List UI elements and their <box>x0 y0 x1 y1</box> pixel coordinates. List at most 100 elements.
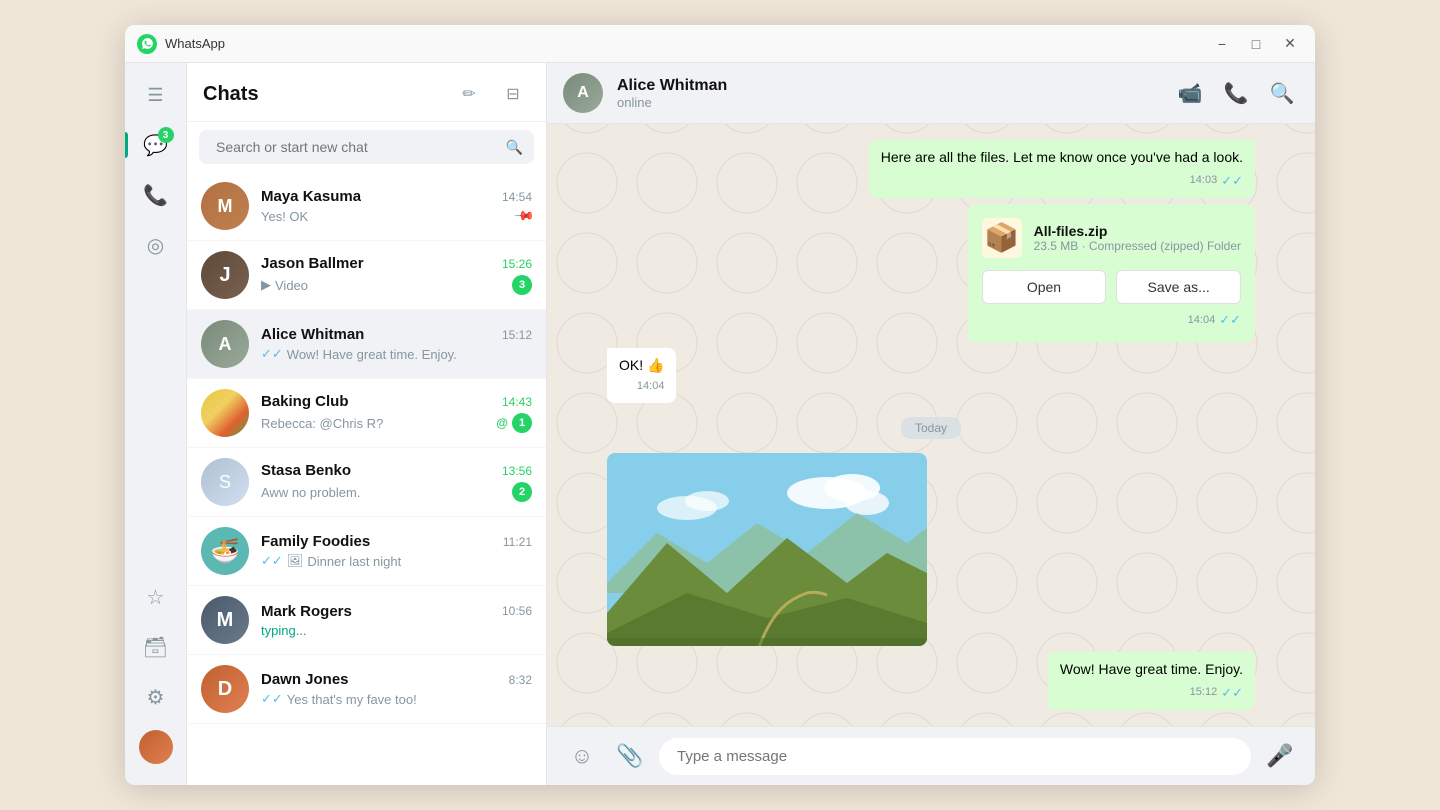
chat-name-alice: Alice Whitman <box>261 326 364 343</box>
message-2-file: 📦 All-files.zip 23.5 MB · Compressed (zi… <box>968 204 1255 342</box>
message-4-photo: So beautiful here! 15:06 ❤️ <box>607 453 927 646</box>
unread-badge-jason: 3 <box>512 275 532 295</box>
titlebar: WhatsApp − □ ✕ <box>125 25 1315 63</box>
chat-list: M Maya Kasuma 14:54 Yes! OK 📌 <box>187 172 546 785</box>
new-chat-button[interactable]: ✏ <box>452 77 486 111</box>
avatar-mark: M <box>201 596 249 644</box>
message-3: OK! 👍 14:04 <box>607 348 676 403</box>
chats-badge: 3 <box>158 127 174 143</box>
sidebar-top: ☰ 💬 3 📞 ◎ <box>134 73 178 575</box>
search-bar: 🔍 <box>187 122 546 172</box>
avatar-dawn: D <box>201 665 249 713</box>
chat-info-mark: Mark Rogers 10:56 typing... <box>261 603 532 638</box>
sidebar-icon-calls[interactable]: 📞 <box>134 173 178 217</box>
chat-preview-baking: Rebecca: @Chris R? <box>261 416 383 431</box>
chat-item-dawn[interactable]: D Dawn Jones 8:32 ✓✓ Yes that's my fave … <box>187 655 546 724</box>
chat-name-family: Family Foodies <box>261 533 370 550</box>
chat-item-family[interactable]: 🍜 Family Foodies 11:21 ✓✓ 🖼 Dinner last … <box>187 517 546 586</box>
chat-name-dawn: Dawn Jones <box>261 671 349 688</box>
chat-info-family: Family Foodies 11:21 ✓✓ 🖼 Dinner last ni… <box>261 533 532 569</box>
message-1: Here are all the files. Let me know once… <box>869 140 1255 198</box>
unread-badge-baking: 1 <box>512 413 532 433</box>
emoji-icon: ☺ <box>571 743 593 769</box>
chat-header-icons: ✏ ⊟ <box>452 77 530 111</box>
chat-name-maya: Maya Kasuma <box>261 188 361 205</box>
sidebar-icon-archive[interactable]: 🗃 <box>134 625 178 669</box>
message-5: Wow! Have great time. Enjoy. 15:12 ✓✓ <box>1048 652 1255 710</box>
save-file-button[interactable]: Save as... <box>1116 270 1241 304</box>
open-file-button[interactable]: Open <box>982 270 1107 304</box>
chat-time-family: 11:21 <box>503 535 532 549</box>
chat-item-baking[interactable]: Baking Club 14:43 Rebecca: @Chris R? @ 1 <box>187 379 546 448</box>
chat-main: A Alice Whitman online 📹 📞 🔍 <box>547 63 1315 785</box>
mic-icon: 🎤 <box>1266 743 1293 769</box>
chat-item-alice[interactable]: A Alice Whitman 15:12 ✓✓ Wow! Have great… <box>187 310 546 379</box>
chat-item-mark[interactable]: M Mark Rogers 10:56 typing... <box>187 586 546 655</box>
avatar-alice: A <box>201 320 249 368</box>
phone-icon: 📞 <box>1224 81 1249 106</box>
filter-button[interactable]: ⊟ <box>496 77 530 111</box>
chat-info-jason: Jason Ballmer 15:26 ▶ Video 3 <box>261 255 532 295</box>
video-icon: 📹 <box>1178 81 1203 106</box>
sidebar-icon-menu[interactable]: ☰ <box>134 73 178 117</box>
sidebar-icon-status[interactable]: ◎ <box>134 223 178 267</box>
file-name: All-files.zip <box>1034 223 1241 239</box>
chat-preview-jason: ▶ Video <box>261 277 308 293</box>
maximize-button[interactable]: □ <box>1243 31 1269 57</box>
sidebar-icon-chats[interactable]: 💬 3 <box>134 123 178 167</box>
sidebar-bottom: ☆ 🗃 ⚙ <box>134 575 178 775</box>
mention-icon-baking: @ <box>496 416 508 430</box>
sidebar-icon-starred[interactable]: ☆ <box>134 575 178 619</box>
emoji-button[interactable]: ☺ <box>563 737 601 775</box>
video-call-button[interactable]: 📹 <box>1173 76 1207 110</box>
avatar-stasa: S <box>201 458 249 506</box>
message-input[interactable] <box>659 738 1251 775</box>
chat-topbar-info: Alice Whitman online <box>617 77 1159 110</box>
chat-preview-stasa: Aww no problem. <box>261 485 360 500</box>
message-5-ticks: ✓✓ <box>1221 684 1243 702</box>
chat-info-maya: Maya Kasuma 14:54 Yes! OK 📌 <box>261 188 532 224</box>
chat-preview-family: ✓✓ 🖼 Dinner last night <box>261 553 401 569</box>
pin-icon-maya: 📌 <box>513 205 536 228</box>
chat-time-stasa: 13:56 <box>502 464 532 478</box>
attach-button[interactable]: 📎 <box>611 737 649 775</box>
search-input[interactable] <box>210 131 506 163</box>
chat-topbar-status: online <box>617 95 1159 110</box>
input-bar: ☺ 📎 🎤 <box>547 726 1315 785</box>
message-3-text: OK! 👍 <box>619 357 664 373</box>
chat-info-stasa: Stasa Benko 13:56 Aww no problem. 2 <box>261 462 532 502</box>
chat-preview-dawn: ✓✓ Yes that's my fave too! <box>261 691 417 707</box>
chat-time-mark: 10:56 <box>502 604 532 618</box>
mic-button[interactable]: 🎤 <box>1261 737 1299 775</box>
message-3-time: 14:04 <box>637 379 665 394</box>
close-button[interactable]: ✕ <box>1277 31 1303 57</box>
date-divider-today: Today <box>901 417 961 439</box>
file-actions: Open Save as... <box>982 270 1241 304</box>
sidebar-icon-settings[interactable]: ⚙ <box>134 675 178 719</box>
chat-time-baking: 14:43 <box>502 395 532 409</box>
chat-topbar: A Alice Whitman online 📹 📞 🔍 <box>547 63 1315 124</box>
user-avatar-sidebar[interactable] <box>134 725 178 769</box>
chat-item-jason[interactable]: J Jason Ballmer 15:26 ▶ Video 3 <box>187 241 546 310</box>
minimize-button[interactable]: − <box>1209 31 1235 57</box>
chat-topbar-avatar[interactable]: A <box>563 73 603 113</box>
avatar-baking <box>201 389 249 437</box>
file-info: All-files.zip 23.5 MB · Compressed (zipp… <box>1034 223 1241 253</box>
chat-time-maya: 14:54 <box>502 190 532 204</box>
search-chat-button[interactable]: 🔍 <box>1265 76 1299 110</box>
messages-area: Here are all the files. Let me know once… <box>547 124 1315 726</box>
voice-call-button[interactable]: 📞 <box>1219 76 1253 110</box>
file-icon: 📦 <box>982 218 1022 258</box>
chat-time-alice: 15:12 <box>502 328 532 342</box>
chat-preview-maya: Yes! OK <box>261 209 308 224</box>
avatar-jason: J <box>201 251 249 299</box>
chat-name-stasa: Stasa Benko <box>261 462 351 479</box>
chat-panel-title: Chats <box>203 83 259 106</box>
chat-info-dawn: Dawn Jones 8:32 ✓✓ Yes that's my fave to… <box>261 671 532 707</box>
titlebar-controls: − □ ✕ <box>1209 31 1303 57</box>
message-1-ticks: ✓✓ <box>1221 172 1243 190</box>
chat-item-maya[interactable]: M Maya Kasuma 14:54 Yes! OK 📌 <box>187 172 546 241</box>
chat-topbar-actions: 📹 📞 🔍 <box>1173 76 1299 110</box>
attach-icon: 📎 <box>616 743 643 769</box>
chat-item-stasa[interactable]: S Stasa Benko 13:56 Aww no problem. 2 <box>187 448 546 517</box>
